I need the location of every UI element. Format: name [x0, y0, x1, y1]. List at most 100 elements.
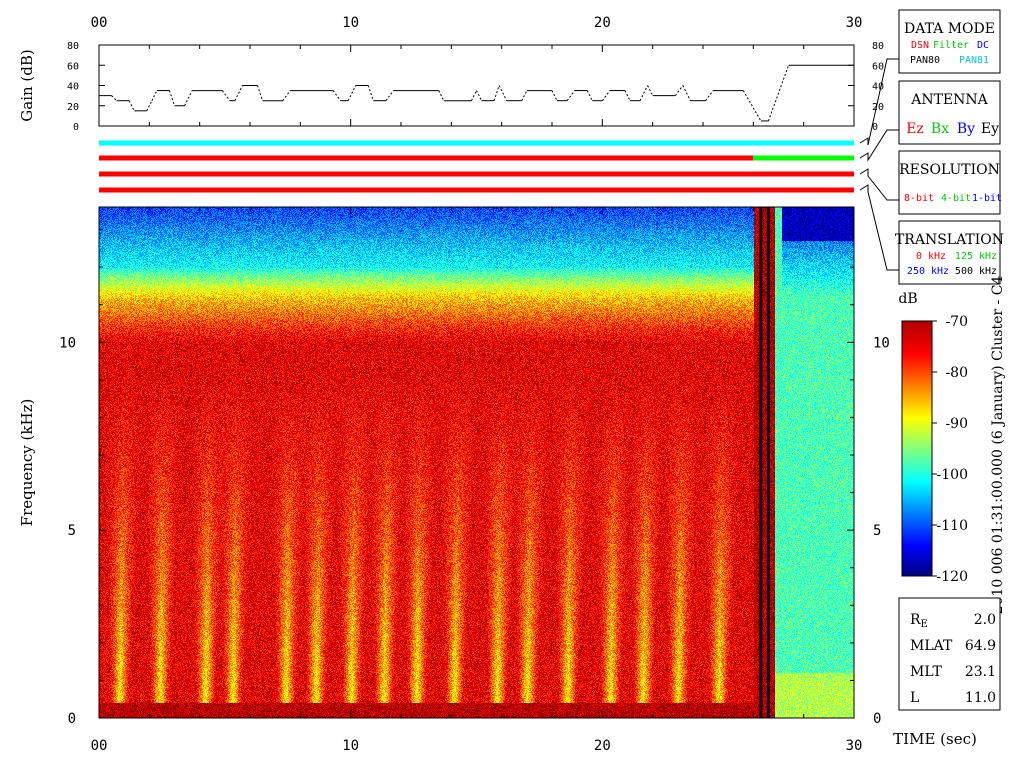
antenna-legend-item: By [957, 121, 975, 137]
antenna-legend-item: Ey [981, 121, 999, 137]
gain-line-segment [742, 90, 762, 122]
gain-line-segment [624, 90, 631, 101]
gain-y-tick-label: 60 [67, 61, 79, 72]
gain-line-segment [367, 85, 374, 101]
gain-line-segment [438, 90, 445, 101]
legend-connector [859, 184, 899, 271]
data-mode-legend-item: DC [977, 40, 989, 51]
colorbar-tick-label: -70 [945, 314, 968, 330]
data-mode-legend-item: DSN [911, 40, 929, 51]
gain-x-tick-label: 00 [91, 15, 108, 31]
status-bar-translation [99, 187, 854, 193]
translation-legend-item: 125 kHz [955, 251, 997, 262]
legend-title-antenna: ANTENNA [910, 92, 988, 108]
colorbar-tick-label: -90 [945, 416, 968, 432]
date-spacecraft-label: 2010 006 01:31:00.000 (6 January) Cluste… [990, 276, 1006, 615]
gain-y-tick-label-right: 40 [872, 82, 884, 93]
legend-connector [859, 129, 899, 162]
gain-line-segment [257, 85, 264, 101]
gain-line-segment [566, 90, 576, 101]
gain-y-tick-label-right: 80 [872, 41, 884, 52]
colorbar-tick-label: -120 [937, 569, 968, 585]
status-bar-data-mode [99, 140, 854, 146]
gain-line-segment [347, 85, 357, 101]
colorbar-tick-label: -110 [937, 518, 968, 534]
orbit-info-label: MLT [910, 664, 942, 680]
gain-y-tick-label-right: 20 [872, 102, 884, 113]
gain-line-segment [168, 90, 175, 106]
spec-x-tick-label: 30 [846, 738, 863, 754]
data-mode-legend-item: PAN81 [959, 55, 989, 66]
gain-y-tick-label: 40 [67, 82, 79, 93]
gain-line-segment [493, 85, 500, 101]
spec-x-tick-label: 10 [342, 738, 359, 754]
legend-connector [859, 168, 899, 201]
antenna-legend-item: Bx [931, 121, 949, 137]
data-mode-legend-item: Filter [933, 40, 969, 51]
gain-line-segment [682, 85, 691, 101]
gain-y-tick-label: 80 [67, 41, 79, 52]
gain-y-tick-label: 20 [67, 102, 79, 113]
spec-x-tick-label: 20 [594, 738, 611, 754]
gain-line-segment [471, 90, 477, 101]
gain-x-tick-label: 10 [342, 15, 359, 31]
resolution-legend-item: 1-bit [972, 193, 1002, 204]
colorbar [901, 320, 933, 577]
legend-box-resolution [898, 150, 1001, 215]
spec-x-tick-label: 00 [91, 738, 108, 754]
antenna-legend-item: Ez [906, 121, 924, 137]
gain-line-segment [586, 90, 593, 101]
status-bar-antenna [753, 155, 854, 161]
status-bar-antenna [99, 155, 754, 161]
legend-title-resolution: RESOLUTION [899, 162, 1000, 178]
gain-line-segment [385, 90, 394, 101]
spec-y-tick-label: 0 [68, 711, 76, 727]
status-bar-resolution [99, 171, 854, 177]
translation-legend-item: 250 kHz [907, 266, 949, 277]
gain-line-segment [674, 85, 684, 96]
orbit-info-value: 2.0 [974, 612, 996, 628]
data-mode-legend-item: PAN80 [910, 55, 940, 66]
gain-line-segment [111, 95, 117, 102]
gain-y-tick-label-right: 60 [872, 61, 884, 72]
gain-line-segment [221, 90, 231, 101]
gain-y-axis-label: Gain (dB) [18, 49, 36, 121]
gain-line-segment [476, 90, 482, 101]
gain-line-segment [647, 85, 654, 96]
spec-y-tick-label-right: 0 [873, 711, 881, 727]
gain-line-segment [551, 90, 558, 101]
spec-y-tick-label-right: 5 [873, 523, 881, 539]
spec-y-tick-label: 5 [68, 523, 76, 539]
colorbar-title: dB [898, 291, 917, 307]
legend-title-translation: TRANSLATION [895, 232, 1004, 248]
gain-y-tick-label: 0 [73, 122, 79, 133]
gain-line-segment [639, 85, 649, 101]
orbit-info-value: 11.0 [965, 690, 996, 706]
spectrogram-frame [98, 206, 855, 719]
spectrogram-figure: 00 10 20 30 0 0 20 20 40 40 60 60 80 80 Gain (dB) DATA … [0, 0, 1024, 768]
orbit-info-value: 64.9 [965, 638, 996, 654]
gain-line-segment [521, 90, 528, 101]
gain-x-tick-label: 20 [594, 15, 611, 31]
gain-line-segment [151, 90, 158, 101]
gain-plot-frame [98, 44, 855, 127]
gain-line-segment [234, 85, 243, 101]
colorbar-tick-label: -80 [945, 365, 968, 381]
gain-line-segment [184, 90, 193, 106]
spec-y-tick-label-right: 10 [873, 335, 890, 351]
translation-legend-item: 500 kHz [955, 266, 997, 277]
figure-overlay: 00 10 20 300 020 2040 4060 6080 80Gain (dB)DATA … [18, 9, 1006, 754]
orbit-info-value: 23.1 [965, 664, 996, 680]
gain-line-segment [282, 90, 291, 101]
resolution-legend-item: 8-bit [904, 193, 934, 204]
gain-x-tick-label: 30 [846, 15, 863, 31]
colorbar-tick-label: -100 [937, 467, 968, 483]
gain-line-segment [332, 90, 342, 101]
time-axis-label: TIME (sec) [893, 730, 977, 748]
translation-legend-item: 0 kHz [916, 251, 946, 262]
legend-title-data-mode: DATA MODE [904, 21, 995, 37]
gain-line-segment [767, 65, 790, 122]
resolution-legend-item: 4-bit [941, 193, 971, 204]
gain-line-segment [128, 100, 135, 112]
spec-y-tick-label: 10 [59, 335, 76, 351]
